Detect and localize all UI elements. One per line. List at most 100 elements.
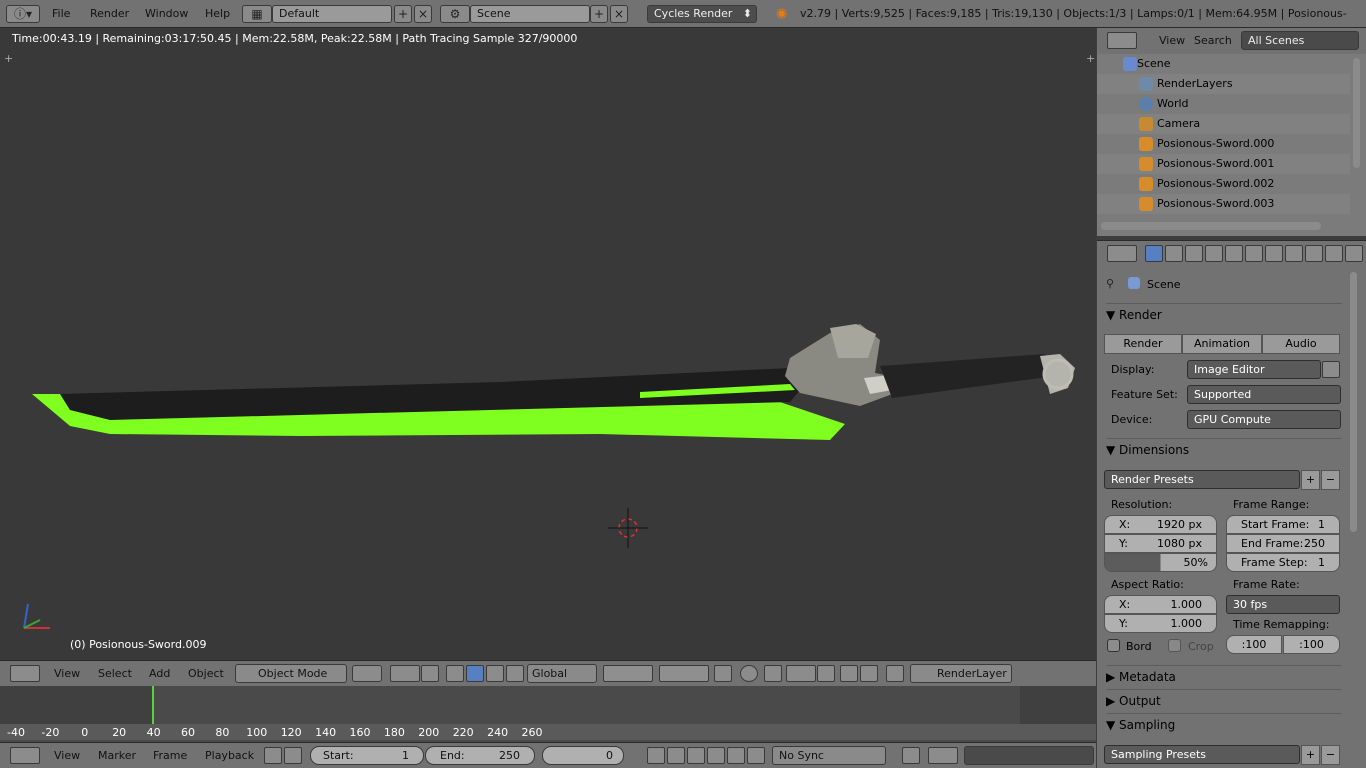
rotate-manipulator-icon[interactable] [486,665,504,682]
proportional-edit-icon[interactable] [740,665,758,682]
pivot-point-icon[interactable] [390,665,420,682]
outliner-item[interactable]: Posionous-Sword.001 [1097,154,1350,174]
end-frame-prop-field[interactable]: End Frame: 250 [1226,534,1340,553]
keying-set-icon[interactable] [928,747,958,764]
play-reverse-icon[interactable] [687,747,705,764]
layers-grid-right[interactable] [659,665,709,682]
lock-range-icon[interactable] [284,747,302,764]
add-preset-button[interactable]: + [1301,470,1320,490]
object-mode-select[interactable]: Object Mode [235,664,347,683]
render-layer-select[interactable]: RenderLayer [910,664,1012,683]
resolution-x-field[interactable]: X: 1920 px [1104,515,1217,534]
render-panel-header[interactable]: ▼ Render [1106,303,1342,325]
editor-type-info-button[interactable]: ⓘ▾ [6,5,40,23]
object-tab-icon[interactable] [1225,245,1243,262]
pin-icon[interactable]: ⚲ [1106,277,1114,290]
current-frame-field[interactable]: 0 [542,746,624,765]
outliner-item[interactable]: Camera [1097,114,1350,134]
add-layout-button[interactable]: + [394,5,412,23]
outliner-item[interactable]: Posionous-Sword.003 [1097,194,1350,214]
play-icon[interactable] [707,747,725,764]
end-frame-field[interactable]: End: 250 [425,746,535,765]
jump-prev-keyframe-icon[interactable] [667,747,685,764]
start-frame-prop-field[interactable]: Start Frame: 1 [1226,515,1340,534]
vp-menu-view[interactable]: View [54,665,80,683]
vp-menu-object[interactable]: Object [188,665,224,683]
menu-window[interactable]: Window [145,4,188,24]
vp-menu-add[interactable]: Add [149,665,170,683]
render-tab-icon[interactable] [1145,245,1163,262]
snap-element-icon[interactable] [786,665,816,682]
properties-v-scrollbar[interactable] [1350,272,1357,532]
render-button[interactable]: Render [1104,334,1182,354]
tl-menu-playback[interactable]: Playback [205,747,254,765]
material-tab-icon[interactable] [1305,245,1323,262]
metadata-panel-header[interactable]: ▶ Metadata [1106,665,1342,687]
active-keying-set-field[interactable] [964,746,1094,765]
texture-tab-icon[interactable] [1325,245,1343,262]
tl-menu-frame[interactable]: Frame [153,747,187,765]
world-tab-icon[interactable] [1205,245,1223,262]
screen-layout-field[interactable]: Default [272,5,392,23]
manipulator-toggle-icon[interactable] [421,665,439,682]
preview-range-icon[interactable] [264,747,282,764]
translate-manipulator-icon[interactable] [446,665,464,682]
shading-mode-icon[interactable] [352,665,382,682]
tl-menu-marker[interactable]: Marker [98,747,136,765]
snap-target-icon[interactable] [817,665,835,682]
border-checkbox[interactable] [1107,639,1120,652]
outliner-item[interactable]: Posionous-Sword.000 [1097,134,1350,154]
particles-tab-icon[interactable] [1345,245,1363,262]
remove-sampling-preset-button[interactable]: − [1321,745,1340,765]
remove-preset-button[interactable]: − [1321,470,1340,490]
output-panel-header[interactable]: ▶ Output [1106,689,1342,711]
record-keyframe-icon[interactable] [902,747,920,764]
render-presets-select[interactable]: Render Presets [1104,470,1300,489]
menu-render[interactable]: Render [90,4,129,24]
outliner-item[interactable]: Scene [1097,54,1350,74]
opengl-render-icon[interactable] [840,665,858,682]
outliner-item[interactable]: RenderLayers [1097,74,1350,94]
opengl-anim-icon[interactable] [860,665,878,682]
time-remap-old-field[interactable]: :100 [1226,635,1282,654]
animation-button[interactable]: Animation [1182,334,1262,354]
jump-end-icon[interactable] [747,747,765,764]
outliner-display-filter[interactable]: All Scenes [1241,31,1359,50]
tl-menu-view[interactable]: View [54,747,80,765]
sampling-presets-select[interactable]: Sampling Presets [1104,745,1300,764]
jump-start-icon[interactable] [647,747,665,764]
area-split-icon-left[interactable]: + [4,52,13,65]
outliner-item[interactable]: World [1097,94,1350,114]
scene-tab-icon[interactable] [1185,245,1203,262]
render-engine-select[interactable]: Cycles Render ⬍ [647,5,757,23]
aspect-y-field[interactable]: Y: 1.000 [1104,614,1217,633]
modifiers-tab-icon[interactable] [1265,245,1283,262]
current-frame-line[interactable] [152,686,154,724]
transform-orientation-select[interactable]: Global [527,664,597,683]
menu-help[interactable]: Help [205,4,230,24]
outliner-item[interactable]: Posionous-Sword.002 [1097,174,1350,194]
jump-next-keyframe-icon[interactable] [727,747,745,764]
pause-render-icon[interactable] [886,665,904,682]
sync-mode-select[interactable]: No Sync [772,746,886,765]
dimensions-panel-header[interactable]: ▼ Dimensions [1106,438,1342,460]
frame-rate-select[interactable]: 30 fps [1226,595,1340,614]
3d-viewport[interactable] [0,28,1096,660]
layers-grid-left[interactable] [603,665,653,682]
lock-layers-icon[interactable] [714,665,732,682]
lock-interface-icon[interactable] [1322,361,1340,378]
outliner-v-scrollbar[interactable] [1353,58,1360,168]
editor-type-properties-icon[interactable] [1107,245,1137,262]
device-select[interactable]: GPU Compute [1187,410,1341,429]
display-select[interactable]: Image Editor [1187,360,1321,379]
aspect-x-field[interactable]: X: 1.000 [1104,595,1217,614]
scale-manipulator-icon[interactable] [506,665,524,682]
move-manipulator-icon[interactable] [466,665,484,682]
outliner-h-scrollbar[interactable] [1101,222,1321,230]
screen-layout-icon[interactable]: ▦ [242,5,272,23]
snap-toggle-icon[interactable] [764,665,782,682]
data-tab-icon[interactable] [1285,245,1303,262]
scene-field[interactable]: Scene [470,5,590,23]
crop-checkbox[interactable] [1168,639,1181,652]
editor-type-timeline-icon[interactable] [10,747,40,764]
